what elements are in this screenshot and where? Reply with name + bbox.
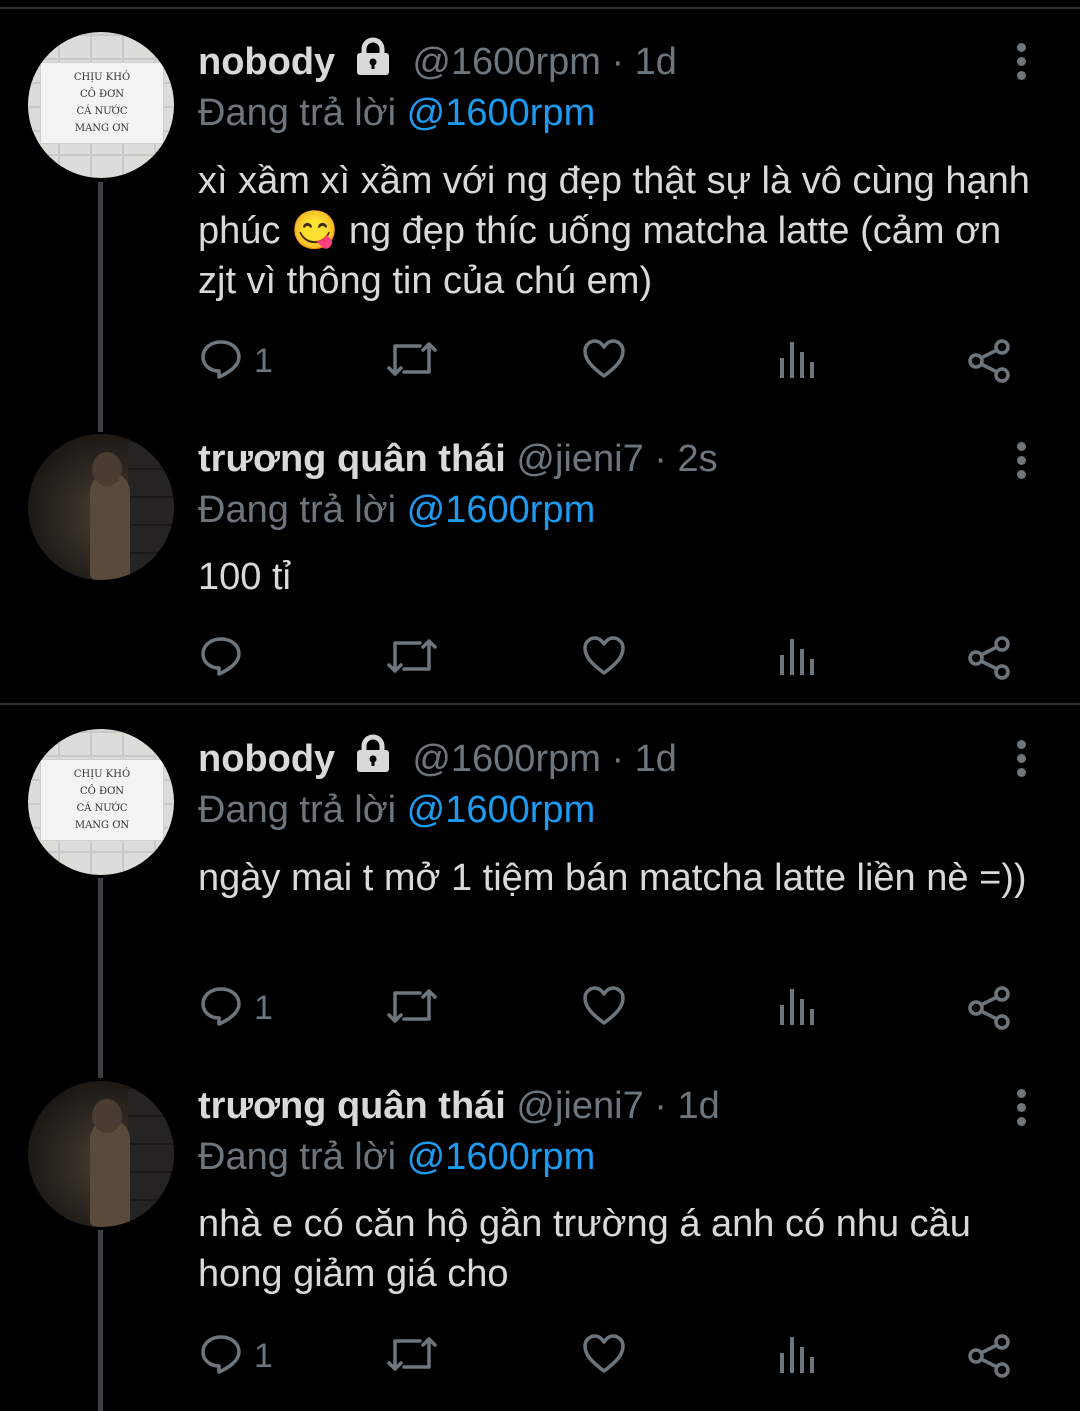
display-name[interactable]: nobody xyxy=(198,738,335,780)
display-name[interactable]: trương quân thái xyxy=(198,438,506,480)
avatar[interactable]: CHỊU KHÓ CÔ ĐƠN CÁ NƯỚC MANG ƠN xyxy=(28,32,174,178)
tweet-text: nhà e có căn hộ gần trường á anh có nhu … xyxy=(198,1203,971,1295)
avatar-sign: CHỊU KHÓ CÔ ĐƠN CÁ NƯỚC MANG ƠN xyxy=(40,62,164,144)
tweet-header: nobody @1600rpm · 1d xyxy=(198,734,677,784)
share-icon xyxy=(966,1333,1012,1384)
mention-link[interactable]: @1600rpm xyxy=(407,92,596,134)
analytics-icon xyxy=(778,635,816,682)
timestamp: · 1d xyxy=(611,41,677,83)
more-vertical-icon[interactable] xyxy=(1010,740,1032,780)
analytics-icon xyxy=(778,338,816,385)
reply-count: 1 xyxy=(254,1337,273,1375)
tweet-actions: 1 xyxy=(0,985,1080,1035)
reply-count: 1 xyxy=(254,342,273,380)
mention-link[interactable]: @1600rpm xyxy=(407,789,596,831)
mention-link[interactable]: @1600rpm xyxy=(407,1136,596,1178)
display-name[interactable]: nobody xyxy=(198,41,335,83)
reply-button[interactable]: 1 xyxy=(200,985,273,1032)
retweet-button[interactable] xyxy=(386,635,438,682)
replying-to: Đang trả lời @1600rpm xyxy=(198,789,596,831)
analytics-button[interactable] xyxy=(778,635,816,682)
analytics-button[interactable] xyxy=(778,1333,816,1380)
share-button[interactable] xyxy=(966,1333,1012,1384)
retweet-icon xyxy=(386,338,438,385)
tweet-header: trương quân thái @jieni7 · 2s xyxy=(198,434,718,484)
analytics-icon xyxy=(778,1333,816,1380)
analytics-button[interactable] xyxy=(778,338,816,385)
retweet-icon xyxy=(386,635,438,682)
retweet-button[interactable] xyxy=(386,985,438,1032)
mention-link[interactable]: @1600rpm xyxy=(407,489,596,531)
like-button[interactable] xyxy=(582,985,626,1032)
heart-icon xyxy=(582,1333,626,1380)
share-button[interactable] xyxy=(966,985,1012,1036)
tweet[interactable]: trương quân thái @jieni7 · 1d Đang trả l… xyxy=(0,1075,1080,1411)
more-vertical-icon[interactable] xyxy=(1010,1089,1032,1129)
lock-icon xyxy=(352,37,394,90)
user-handle[interactable]: @jieni7 xyxy=(516,438,643,480)
replying-to: Đang trả lời @1600rpm xyxy=(198,1136,596,1178)
share-icon xyxy=(966,635,1012,686)
timestamp: · 1d xyxy=(611,738,677,780)
reply-icon xyxy=(200,338,242,385)
tweet-text: ngày mai t mở 1 tiệm bán matcha latte li… xyxy=(198,857,1027,899)
retweet-button[interactable] xyxy=(386,1333,438,1380)
share-button[interactable] xyxy=(966,635,1012,686)
avatar[interactable] xyxy=(28,434,174,580)
share-button[interactable] xyxy=(966,338,1012,389)
like-button[interactable] xyxy=(582,338,626,385)
tweet-header: nobody @1600rpm · 1d xyxy=(198,37,677,87)
avatar[interactable] xyxy=(28,1081,174,1227)
heart-icon xyxy=(582,338,626,385)
more-vertical-icon[interactable] xyxy=(1010,442,1032,482)
display-name[interactable]: trương quân thái xyxy=(198,1085,506,1127)
avatar-sign: CHỊU KHÓ CÔ ĐƠN CÁ NƯỚC MANG ƠN xyxy=(40,759,164,841)
reply-button[interactable] xyxy=(200,635,254,682)
reply-icon xyxy=(200,985,242,1032)
user-handle[interactable]: @1600rpm xyxy=(412,738,601,780)
analytics-button[interactable] xyxy=(778,985,816,1032)
lock-icon xyxy=(352,734,394,787)
retweet-icon xyxy=(386,1333,438,1380)
heart-icon xyxy=(582,635,626,682)
heart-icon xyxy=(582,985,626,1032)
retweet-icon xyxy=(386,985,438,1032)
more-vertical-icon[interactable] xyxy=(1010,43,1032,83)
replying-to: Đang trả lời @1600rpm xyxy=(198,489,596,531)
user-handle[interactable]: @1600rpm xyxy=(412,41,601,83)
like-button[interactable] xyxy=(582,1333,626,1380)
tweet-header: trương quân thái @jieni7 · 1d xyxy=(198,1081,720,1131)
reply-button[interactable]: 1 xyxy=(200,1333,273,1380)
analytics-icon xyxy=(778,985,816,1032)
tweet-text: xì xầm xì xầm với ng đẹp thật sự là vô c… xyxy=(198,160,1030,302)
tweet-text: 100 tỉ xyxy=(198,556,291,598)
reply-count: 1 xyxy=(254,989,273,1027)
avatar[interactable]: CHỊU KHÓ CÔ ĐƠN CÁ NƯỚC MANG ƠN xyxy=(28,729,174,875)
like-button[interactable] xyxy=(582,635,626,682)
share-icon xyxy=(966,985,1012,1036)
tweet-actions: 1 xyxy=(0,1333,1080,1383)
timestamp: · 2s xyxy=(654,438,718,480)
tweet[interactable]: CHỊU KHÓ CÔ ĐƠN CÁ NƯỚC MANG ƠN nobody @… xyxy=(0,0,1080,420)
timestamp: · 1d xyxy=(654,1085,720,1127)
share-icon xyxy=(966,338,1012,389)
reply-icon xyxy=(200,1333,242,1380)
reply-icon xyxy=(200,635,242,682)
reply-button[interactable]: 1 xyxy=(200,338,273,385)
replying-to: Đang trả lời @1600rpm xyxy=(198,92,596,134)
tweet[interactable]: CHỊU KHÓ CÔ ĐƠN CÁ NƯỚC MANG ƠN nobody @… xyxy=(0,705,1080,1075)
retweet-button[interactable] xyxy=(386,338,438,385)
user-handle[interactable]: @jieni7 xyxy=(516,1085,643,1127)
tweet-actions xyxy=(0,635,1080,685)
tweet-actions: 1 xyxy=(0,338,1080,388)
tweet[interactable]: trương quân thái @jieni7 · 2s Đang trả l… xyxy=(0,420,1080,704)
